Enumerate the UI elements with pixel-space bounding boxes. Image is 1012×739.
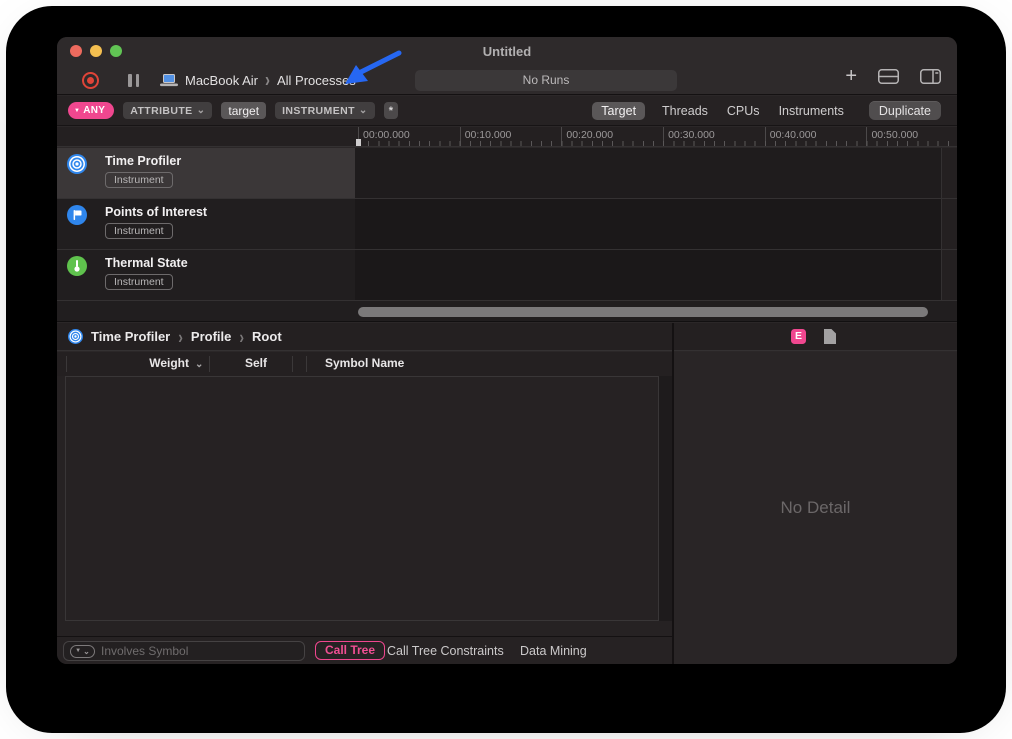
points-of-interest-icon (67, 205, 87, 225)
filter-token-instrument[interactable]: INSTRUMENT ⌄ (275, 102, 375, 119)
breadcrumb-item-profile[interactable]: Profile (191, 329, 231, 344)
timeline-ticks (358, 141, 957, 146)
track-list: Time Profiler Instrument Points of Inter… (57, 148, 957, 300)
filter-options-icon[interactable]: ▼ ⌄ (70, 645, 95, 658)
horizontal-scrollbar[interactable] (358, 307, 928, 317)
strategy-tab-cpus[interactable]: CPUs (725, 102, 762, 120)
laptop-icon (160, 74, 178, 87)
playhead-marker[interactable] (356, 139, 361, 146)
filter-token-wildcard[interactable]: * (384, 102, 399, 119)
chevron-right-icon: › (265, 69, 270, 92)
instrument-title: Thermal State (105, 256, 188, 270)
duplicate-button[interactable]: Duplicate (869, 101, 941, 120)
inspector-toggle-button[interactable] (920, 69, 941, 84)
extended-detail-button[interactable]: E (791, 329, 806, 344)
tab-data-mining[interactable]: Data Mining (520, 644, 587, 658)
thermal-state-icon (67, 256, 87, 276)
timeline-ruler[interactable]: 00:00.000 00:10.000 00:20.000 00:30.000 … (57, 127, 957, 147)
record-icon (87, 77, 94, 84)
tab-call-tree[interactable]: Call Tree (315, 641, 385, 660)
no-detail-message: No Detail (781, 498, 851, 518)
inspector-panel: No Detail (674, 352, 957, 664)
column-header-symbol-name[interactable]: Symbol Name (325, 356, 404, 370)
instrument-badge: Instrument (105, 172, 173, 188)
column-header-weight[interactable]: Weight (117, 356, 189, 370)
breadcrumb-item-instrument[interactable]: Time Profiler (91, 329, 170, 344)
instrument-row-thermal-state[interactable]: Thermal State Instrument (57, 250, 957, 301)
table-viewport (65, 376, 659, 621)
document-icon[interactable] (824, 329, 836, 344)
symbol-filter-input[interactable] (101, 644, 298, 658)
breadcrumb-item-root[interactable]: Root (252, 329, 282, 344)
instrument-row-time-profiler[interactable]: Time Profiler Instrument (57, 148, 957, 199)
detail-breadcrumb-bar: Time Profiler › Profile › Root E (57, 323, 957, 351)
target-device-label: MacBook Air (185, 73, 258, 88)
window-chrome: Untitled MacBook Air › All Processes No … (57, 37, 957, 95)
filter-match-mode-button[interactable]: ▼ ANY (68, 102, 114, 119)
track-lane[interactable] (355, 148, 942, 198)
target-device-picker[interactable]: MacBook Air › All Processes (160, 70, 356, 90)
instruments-window: Untitled MacBook Air › All Processes No … (57, 37, 957, 664)
call-tree-table[interactable] (57, 376, 672, 636)
column-header-self[interactable]: Self (207, 356, 267, 370)
sort-chevron-icon: ⌄ (195, 359, 203, 370)
track-lane[interactable] (355, 199, 942, 249)
strategy-tab-threads[interactable]: Threads (660, 102, 710, 120)
filter-token-target[interactable]: target (221, 102, 266, 119)
instrument-title: Time Profiler (105, 154, 181, 168)
tab-call-tree-constraints[interactable]: Call Tree Constraints (387, 644, 504, 658)
chevron-down-icon: ⌄ (359, 105, 368, 116)
run-status-display: No Runs (415, 70, 677, 91)
filter-bar: ▼ ANY ATTRIBUTE ⌄ target INSTRUMENT ⌄ * … (57, 96, 957, 126)
instrument-badge: Instrument (105, 223, 173, 239)
breadcrumb: Time Profiler › Profile › Root (68, 323, 282, 350)
time-profiler-icon (68, 329, 83, 344)
table-scrollbar-gutter (659, 376, 672, 621)
instrument-title: Points of Interest (105, 205, 207, 219)
symbol-filter-field[interactable]: ▼ ⌄ (63, 641, 305, 661)
record-button[interactable] (82, 72, 99, 89)
track-view-layout-button[interactable] (878, 69, 899, 84)
strategy-tab-instruments[interactable]: Instruments (777, 102, 846, 120)
call-tree-table-header: Weight ⌄ Self Symbol Name (57, 352, 672, 376)
instrument-row-points-of-interest[interactable]: Points of Interest Instrument (57, 199, 957, 250)
track-area-footer (57, 301, 957, 322)
track-lane[interactable] (355, 250, 942, 300)
filter-token-attribute[interactable]: ATTRIBUTE ⌄ (123, 102, 212, 119)
strategy-tab-target[interactable]: Target (592, 102, 645, 120)
instrument-badge: Instrument (105, 274, 173, 290)
chevron-right-icon: › (239, 326, 244, 347)
pause-button[interactable] (128, 74, 139, 87)
add-instrument-button[interactable]: + (845, 68, 857, 84)
target-process-label: All Processes (277, 73, 356, 88)
funnel-icon: ▼ (74, 108, 80, 114)
chevron-down-icon: ⌄ (197, 105, 206, 116)
time-profiler-icon (67, 154, 87, 174)
filter-match-mode-label: ANY (83, 105, 105, 116)
detail-bottom-bar: ▼ ⌄ Call Tree Call Tree Constraints Data… (57, 636, 672, 664)
window-title: Untitled (57, 44, 957, 59)
chevron-right-icon: › (178, 326, 183, 347)
